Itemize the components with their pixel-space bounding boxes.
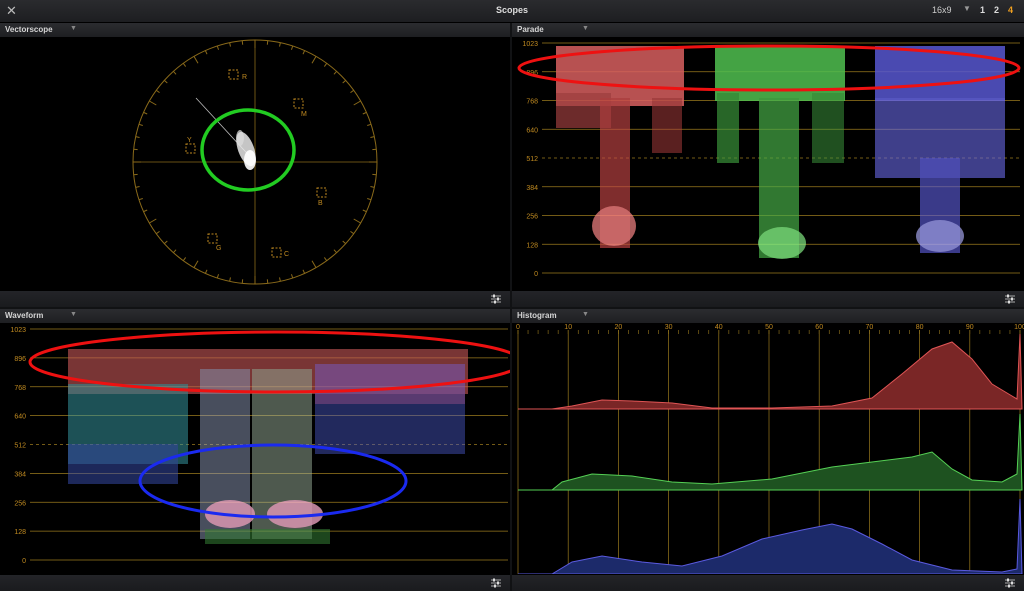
parade-scale-label: 128 (526, 242, 538, 249)
parade-scale-label: 256 (526, 214, 538, 221)
vectorscope-footer (0, 290, 510, 307)
histogram-footer (512, 574, 1024, 591)
waveform-scale-label: 768 (14, 385, 26, 392)
vectorscope-panel: Vectorscope ▼ R M B C G Y (0, 23, 510, 307)
layout-1-button[interactable]: 1 (980, 5, 985, 15)
waveform-scale-label: 512 (14, 443, 26, 450)
parade-scale-label: 640 (526, 127, 538, 134)
parade-scale-label: 512 (526, 156, 538, 163)
histogram-scale-label: 20 (615, 324, 623, 331)
target-label-y: Y (187, 137, 192, 144)
histogram-scale-label: 70 (866, 324, 874, 331)
chevron-down-icon[interactable]: ▼ (582, 25, 589, 32)
histogram-panel: Histogram ▼ 0 10 20 30 40 50 60 70 80 90 100 (512, 309, 1024, 591)
parade-scale-label: 768 (526, 99, 538, 106)
target-y (185, 143, 196, 154)
waveform-scale-label: 256 (14, 500, 26, 507)
waveform-scale-label: 896 (14, 356, 26, 363)
chevron-down-icon[interactable]: ▼ (70, 25, 77, 32)
aspect-ratio-select[interactable]: 16x9 (932, 5, 952, 15)
histogram-scale-label: 0 (516, 324, 520, 331)
sliders-icon[interactable] (1004, 578, 1016, 588)
chevron-down-icon[interactable]: ▼ (582, 311, 589, 318)
target-label-b: B (318, 200, 323, 207)
vectorscope-signal (236, 130, 256, 170)
waveform-header: Waveform ▼ (0, 309, 510, 324)
waveform-label[interactable]: Waveform (5, 311, 43, 320)
vectorscope-label[interactable]: Vectorscope (5, 25, 53, 34)
histogram-scale-label: 60 (815, 324, 823, 331)
histogram-label[interactable]: Histogram (517, 311, 557, 320)
histogram-header: Histogram ▼ (512, 309, 1024, 324)
parade-red-trace (556, 46, 684, 248)
parade-label[interactable]: Parade (517, 25, 544, 34)
parade-green-trace (715, 46, 845, 259)
histogram-green (518, 413, 1023, 491)
parade-header: Parade ▼ (512, 23, 1024, 38)
parade-footer (512, 290, 1024, 307)
waveform-scale-label: 1023 (10, 327, 26, 334)
waveform-scale-label: 384 (14, 471, 26, 478)
target-g (207, 233, 218, 244)
sliders-icon[interactable] (490, 294, 502, 304)
target-r (228, 69, 239, 80)
target-c (271, 247, 282, 258)
parade-scale-label: 0 (534, 271, 538, 278)
waveform-panel: Waveform ▼ 1023 896 768 640 512 384 256 128 0 (0, 309, 510, 591)
sliders-icon[interactable] (490, 578, 502, 588)
window-title: Scopes (495, 5, 528, 15)
waveform-footer (0, 574, 510, 591)
chevron-down-icon[interactable]: ▼ (70, 311, 77, 318)
histogram-display: 0 10 20 30 40 50 60 70 80 90 100 (516, 324, 1024, 576)
vectorscope-display: R M B C G Y (132, 39, 378, 285)
histogram-blue (518, 498, 1023, 575)
chevron-down-icon[interactable]: ▼ (963, 4, 971, 13)
waveform-display: 1023 896 768 640 512 384 256 128 0 (10, 327, 510, 565)
parade-scale-label: 1023 (522, 41, 538, 48)
target-label-g: G (216, 245, 221, 252)
histogram-scale-label: 100 (1014, 324, 1024, 331)
target-label-m: M (301, 111, 307, 118)
parade-panel: Parade ▼ 1023 896 768 640 512 384 256 128 0 (512, 23, 1024, 307)
histogram-scale-label: 90 (966, 324, 974, 331)
waveform-scale-label: 128 (14, 529, 26, 536)
vectorscope-header: Vectorscope ▼ (0, 23, 510, 38)
parade-scale-label: 384 (526, 185, 538, 192)
sliders-icon[interactable] (1004, 294, 1016, 304)
target-m (293, 98, 304, 109)
waveform-scale-label: 640 (14, 414, 26, 421)
histogram-scale-label: 50 (765, 324, 773, 331)
target-b (316, 187, 327, 198)
layout-2-button[interactable]: 2 (994, 5, 999, 15)
target-label-r: R (242, 74, 247, 81)
parade-blue-trace (875, 46, 1005, 253)
histogram-scale-label: 80 (916, 324, 924, 331)
waveform-scale-label: 0 (22, 558, 26, 565)
title-bar: ✕ Scopes 16x9 ▼ 1 2 4 (0, 0, 1024, 23)
histogram-scale-label: 40 (715, 324, 723, 331)
layout-4-button[interactable]: 4 (1008, 5, 1013, 15)
target-label-c: C (284, 251, 289, 258)
histogram-scale-label: 30 (665, 324, 673, 331)
histogram-scale-label: 10 (564, 324, 572, 331)
parade-display: 10238967686405123842561280 (517, 41, 1021, 278)
histogram-red (518, 333, 1023, 410)
